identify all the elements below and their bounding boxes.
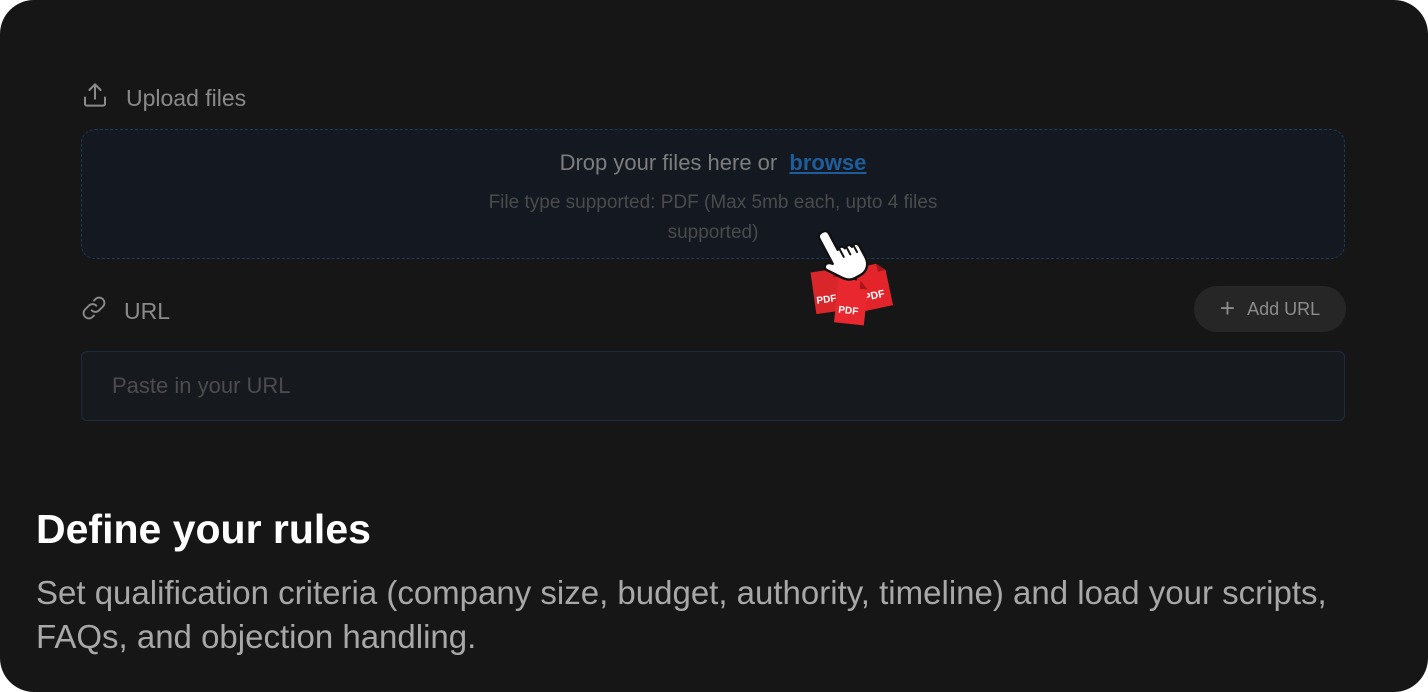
- pdf-drag-illustration: PDF PDF PDF: [810, 229, 894, 326]
- add-url-button[interactable]: + Add URL: [1194, 286, 1346, 332]
- url-label: URL: [124, 297, 171, 324]
- link-icon: [80, 294, 108, 328]
- url-header: URL: [80, 294, 170, 328]
- drop-instructions: Drop your files here or browse: [82, 150, 1344, 176]
- add-url-label: Add URL: [1247, 298, 1321, 319]
- pdf-file-icon: PDF: [833, 278, 868, 326]
- feature-title: Define your rules: [36, 506, 371, 552]
- upload-icon: [80, 80, 110, 116]
- browse-link[interactable]: browse: [789, 150, 866, 175]
- upload-header: Upload files: [80, 80, 246, 116]
- plus-icon: +: [1219, 292, 1236, 323]
- file-dropzone[interactable]: Drop your files here or browse File type…: [81, 129, 1345, 259]
- url-input[interactable]: [81, 351, 1345, 421]
- feature-card: Upload files Drop your files here or bro…: [0, 0, 1428, 692]
- upload-label: Upload files: [126, 84, 247, 111]
- drop-text: Drop your files here or: [559, 150, 778, 175]
- pdf-badge-label: PDF: [838, 305, 859, 318]
- feature-description: Set qualification criteria (company size…: [36, 574, 1327, 655]
